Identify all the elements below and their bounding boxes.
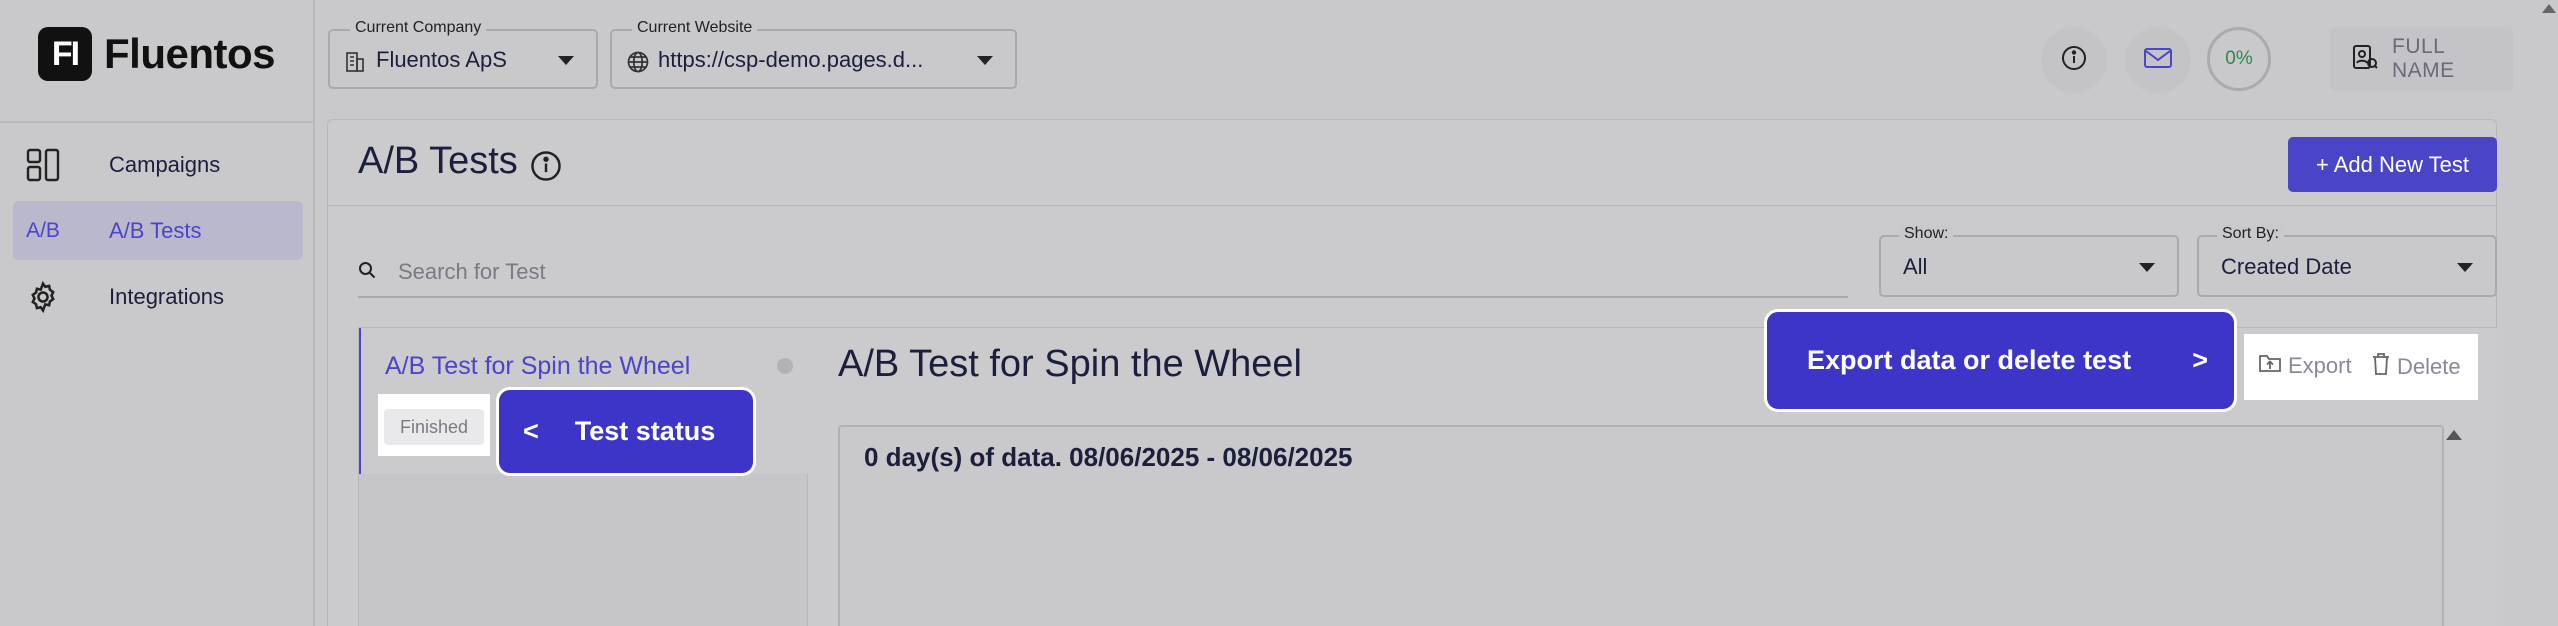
sidebar-divider [0, 121, 315, 123]
user-name: FULL NAME [2392, 35, 2455, 82]
sidebar-item-label: Integrations [109, 283, 224, 309]
sidebar-item-label: A/B Tests [109, 217, 202, 243]
sidebar-item-ab-tests[interactable]: A/B A/B Tests [13, 201, 303, 260]
info-button[interactable] [2041, 27, 2107, 93]
user-menu-button[interactable]: FULL NAME [2330, 27, 2513, 91]
sidebar-item-campaigns[interactable]: Campaigns [13, 135, 303, 194]
ab-tests-icon: A/B [26, 218, 60, 242]
export-icon [2258, 352, 2282, 380]
chevron-down-icon [977, 56, 993, 65]
search-placeholder: Search for Test [398, 259, 546, 284]
logo-mark: FI [38, 27, 92, 81]
sort-by-select[interactable]: Sort By: Created Date [2197, 225, 2497, 297]
show-filter-select[interactable]: Show: All [1879, 225, 2179, 297]
globe-icon [626, 50, 650, 79]
scroll-up-arrow[interactable] [2446, 430, 2462, 440]
sidebar: FI Fluentos Campaigns A/B A/B Tests Inte… [0, 0, 315, 626]
messages-button[interactable] [2125, 27, 2191, 93]
export-label: Export [2288, 353, 2352, 378]
company-select-label: Current Company [350, 19, 487, 37]
gear-icon [13, 280, 73, 314]
status-badge: Finished [384, 409, 484, 445]
callout-text: Test status [574, 416, 716, 446]
export-button[interactable]: Export [2258, 352, 2352, 380]
show-filter-label: Show: [1899, 225, 1954, 243]
chevron-down-icon [2139, 263, 2155, 272]
data-summary: 0 day(s) of data. 08/06/2025 - 08/06/202… [864, 442, 1353, 472]
website-select-label: Current Website [632, 19, 758, 37]
trash-icon [2371, 352, 2391, 382]
callout-arrow-left: < [523, 416, 539, 446]
test-status-callout[interactable]: < Test status [496, 387, 756, 476]
sort-by-label: Sort By: [2217, 225, 2284, 243]
callout-text: Export data or delete test [1807, 345, 2132, 375]
page-title: A/B Tests [358, 140, 518, 182]
callout-arrow-right: > [2192, 345, 2208, 375]
show-filter-value: All [1903, 254, 1928, 279]
status-dot [777, 358, 793, 374]
website-select-value: https://csp-demo.pages.d... [658, 47, 924, 72]
campaigns-icon [13, 148, 73, 182]
logo-text: Fluentos [104, 30, 276, 77]
website-select[interactable]: Current Website https://csp-demo.pages.d… [610, 19, 1017, 89]
info-icon[interactable] [530, 150, 562, 187]
search-icon [358, 261, 376, 284]
export-delete-callout[interactable]: Export data or delete test > [1764, 309, 2237, 412]
scroll-up-arrow[interactable] [2542, 4, 2556, 13]
sort-by-value: Created Date [2221, 254, 2352, 279]
detail-title: A/B Test for Spin the Wheel [838, 343, 1302, 385]
test-name: A/B Test for Spin the Wheel [385, 352, 691, 380]
company-icon [344, 50, 366, 79]
delete-label: Delete [2397, 354, 2461, 379]
chevron-down-icon [2457, 263, 2473, 272]
test-list: A/B Test for Spin the Wheel [358, 327, 809, 626]
delete-button[interactable]: Delete [2371, 352, 2461, 382]
mail-icon [2143, 46, 2173, 75]
user-profile-icon [2352, 43, 2378, 76]
company-select-value: Fluentos ApS [376, 47, 507, 72]
header-divider [327, 205, 2497, 206]
company-select[interactable]: Current Company Fluentos ApS [328, 19, 598, 89]
info-icon [2061, 45, 2087, 76]
add-new-test-button[interactable]: + Add New Test [2288, 137, 2497, 192]
progress-indicator[interactable]: 0% [2207, 27, 2271, 91]
logo[interactable]: FI Fluentos [38, 27, 276, 81]
sidebar-item-integrations[interactable]: Integrations [13, 267, 303, 326]
search-input[interactable]: Search for Test [358, 248, 1848, 298]
chevron-down-icon [558, 56, 574, 65]
sidebar-item-label: Campaigns [109, 151, 221, 177]
